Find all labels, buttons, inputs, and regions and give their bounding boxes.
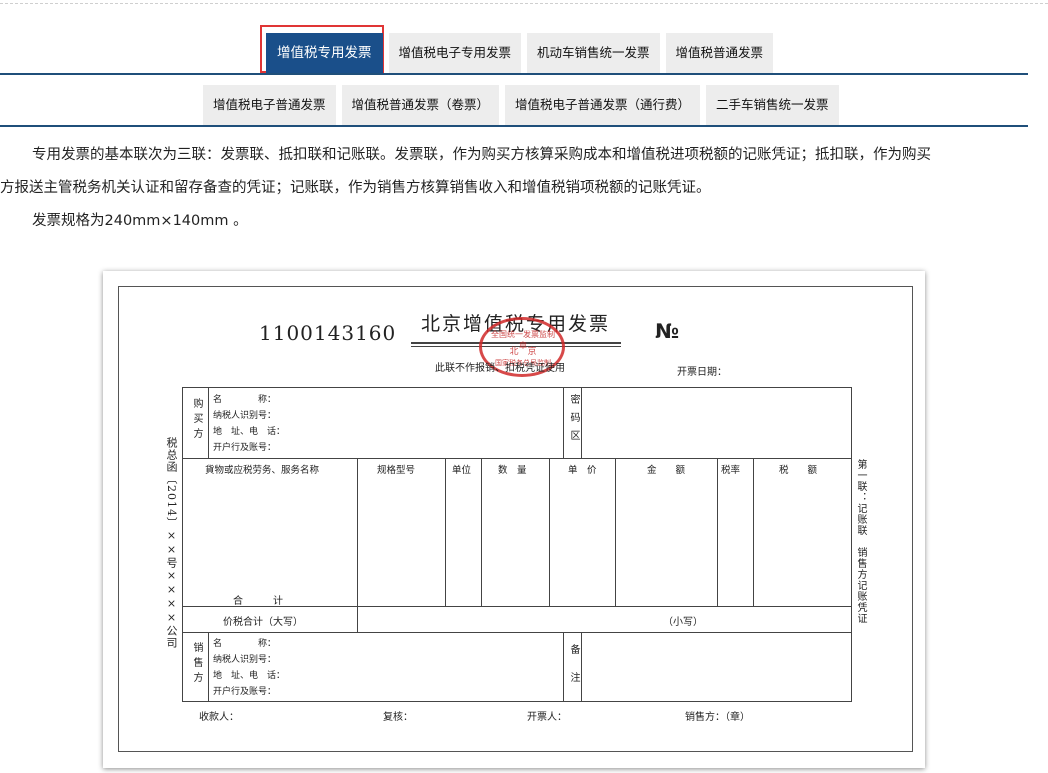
- col-spec: 规格型号: [377, 465, 416, 476]
- remark-label: 备注: [568, 644, 579, 700]
- tab-row-2: 增值税电子普通发票 增值税普通发票（卷票） 增值税电子普通发票（通行费） 二手车…: [203, 85, 839, 125]
- tax-total-label: 价税合计（大写）: [223, 617, 303, 628]
- buyer-address-label: 地 址、电 话：: [213, 427, 286, 437]
- tab-vat-electronic-general-invoice[interactable]: 增值税电子普通发票: [203, 85, 336, 125]
- col-goods-name: 貨物或应税劳务、服务名称: [205, 465, 320, 476]
- tab-vat-general-roll-invoice[interactable]: 增值税普通发票（卷票）: [341, 85, 500, 125]
- col-line-price: [549, 458, 550, 606]
- col-line-cipher-l: [563, 388, 564, 458]
- stamp-city: 北 京: [509, 347, 537, 357]
- row-line-total: [183, 606, 851, 607]
- tab-vat-special-invoice[interactable]: 增值税专用发票: [266, 33, 383, 73]
- buyer-taxid-label: 纳税人识别号：: [213, 411, 277, 421]
- col-line-qty: [481, 458, 482, 606]
- col-line-buyer: [208, 388, 209, 458]
- small-amount-label: （小写）: [663, 617, 703, 628]
- tab-used-car-invoice[interactable]: 二手车销售统一发票: [706, 85, 839, 125]
- seller-bank-label: 开户行及账号：: [213, 687, 277, 697]
- tab-vat-general-invoice[interactable]: 增值税普通发票: [665, 33, 774, 73]
- col-line-spec: [357, 458, 358, 632]
- tab-motor-vehicle-invoice[interactable]: 机动车销售统一发票: [527, 33, 660, 73]
- invoice-number-mark: №: [655, 319, 680, 343]
- col-quantity: 数 量: [498, 465, 527, 476]
- description: 专用发票的基本联次为三联：发票联、抵扣联和记账联。发票联，作为购买方核算采购成本…: [0, 139, 1040, 238]
- col-line-remark-r: [581, 632, 582, 701]
- description-line-2: 方报送主管税务机关认证和留存备查的凭证；记账联，作为销售方核算销售收入和增值税销…: [0, 180, 711, 196]
- seller-address-label: 地 址、电 话：: [213, 671, 286, 681]
- left-side-text: 税总函〔2014〕××号××××公司: [165, 437, 178, 649]
- row-line-buyer: [183, 458, 851, 459]
- row-line-seller: [183, 632, 851, 633]
- col-line-remark-l: [563, 632, 564, 701]
- top-divider: [0, 3, 1048, 4]
- description-line-1: 专用发票的基本联次为三联：发票联、抵扣联和记账联。发票联，作为购买方核算采购成本…: [32, 147, 931, 163]
- usage-note: 此联不作报销、扣税凭证使用: [435, 363, 565, 374]
- seller-label: 销售方: [191, 642, 202, 687]
- total-label: 合 计: [233, 596, 283, 607]
- tab-divider-1: [0, 73, 1028, 75]
- tab-vat-electronic-special-invoice[interactable]: 增值税电子专用发票: [388, 33, 522, 73]
- col-line-tax: [753, 458, 754, 606]
- invoice-table: 购买方 名 称： 纳税人识别号： 地 址、电 话： 开户行及账号： 密码区 貨物…: [182, 387, 852, 702]
- cipher-label: 密码区: [568, 394, 579, 448]
- buyer-bank-label: 开户行及账号：: [213, 443, 277, 453]
- col-line-seller: [208, 632, 209, 701]
- col-line-unit: [445, 458, 446, 606]
- tab-row-1: 增值税专用发票 增值税电子专用发票 机动车销售统一发票 增值税普通发票: [266, 33, 774, 73]
- buyer-label: 购买方: [191, 398, 202, 443]
- footer-payee: 收款人：: [199, 712, 239, 723]
- seller-taxid-label: 纳税人识别号：: [213, 655, 277, 665]
- right-side-text: 第一联：记账联 销售方记账凭证: [855, 459, 866, 624]
- invoice-code: 1100143160: [259, 321, 397, 345]
- invoice-sheet: 1100143160 北京增值税专用发票 № 全国统一发票监制章 北 京 国家税…: [118, 286, 913, 752]
- footer-seller: 销售方：（章）: [685, 712, 750, 723]
- col-line-rate: [717, 458, 718, 606]
- tab-vat-toll-invoice[interactable]: 增值税电子普通发票（通行费）: [505, 85, 701, 125]
- col-unit: 单位: [452, 465, 472, 476]
- spec-text: 发票规格为240mm×140mm 。: [32, 213, 248, 229]
- col-line-cipher-r: [581, 388, 582, 458]
- col-line-amount: [615, 458, 616, 606]
- col-tax-rate: 税率: [721, 465, 741, 476]
- buyer-name-label: 名 称：: [213, 395, 277, 405]
- seller-name-label: 名 称：: [213, 639, 277, 649]
- invoice-image: 1100143160 北京增值税专用发票 № 全国统一发票监制章 北 京 国家税…: [103, 271, 925, 768]
- footer-issuer: 开票人：: [527, 712, 567, 723]
- issue-date-label: 开票日期：: [677, 367, 727, 378]
- col-amount: 金 额: [647, 465, 686, 476]
- footer-reviewer: 复核：: [383, 712, 413, 723]
- col-unit-price: 单 价: [568, 465, 597, 476]
- tab-divider-2: [0, 125, 1028, 127]
- col-tax-amount: 税 额: [779, 465, 818, 476]
